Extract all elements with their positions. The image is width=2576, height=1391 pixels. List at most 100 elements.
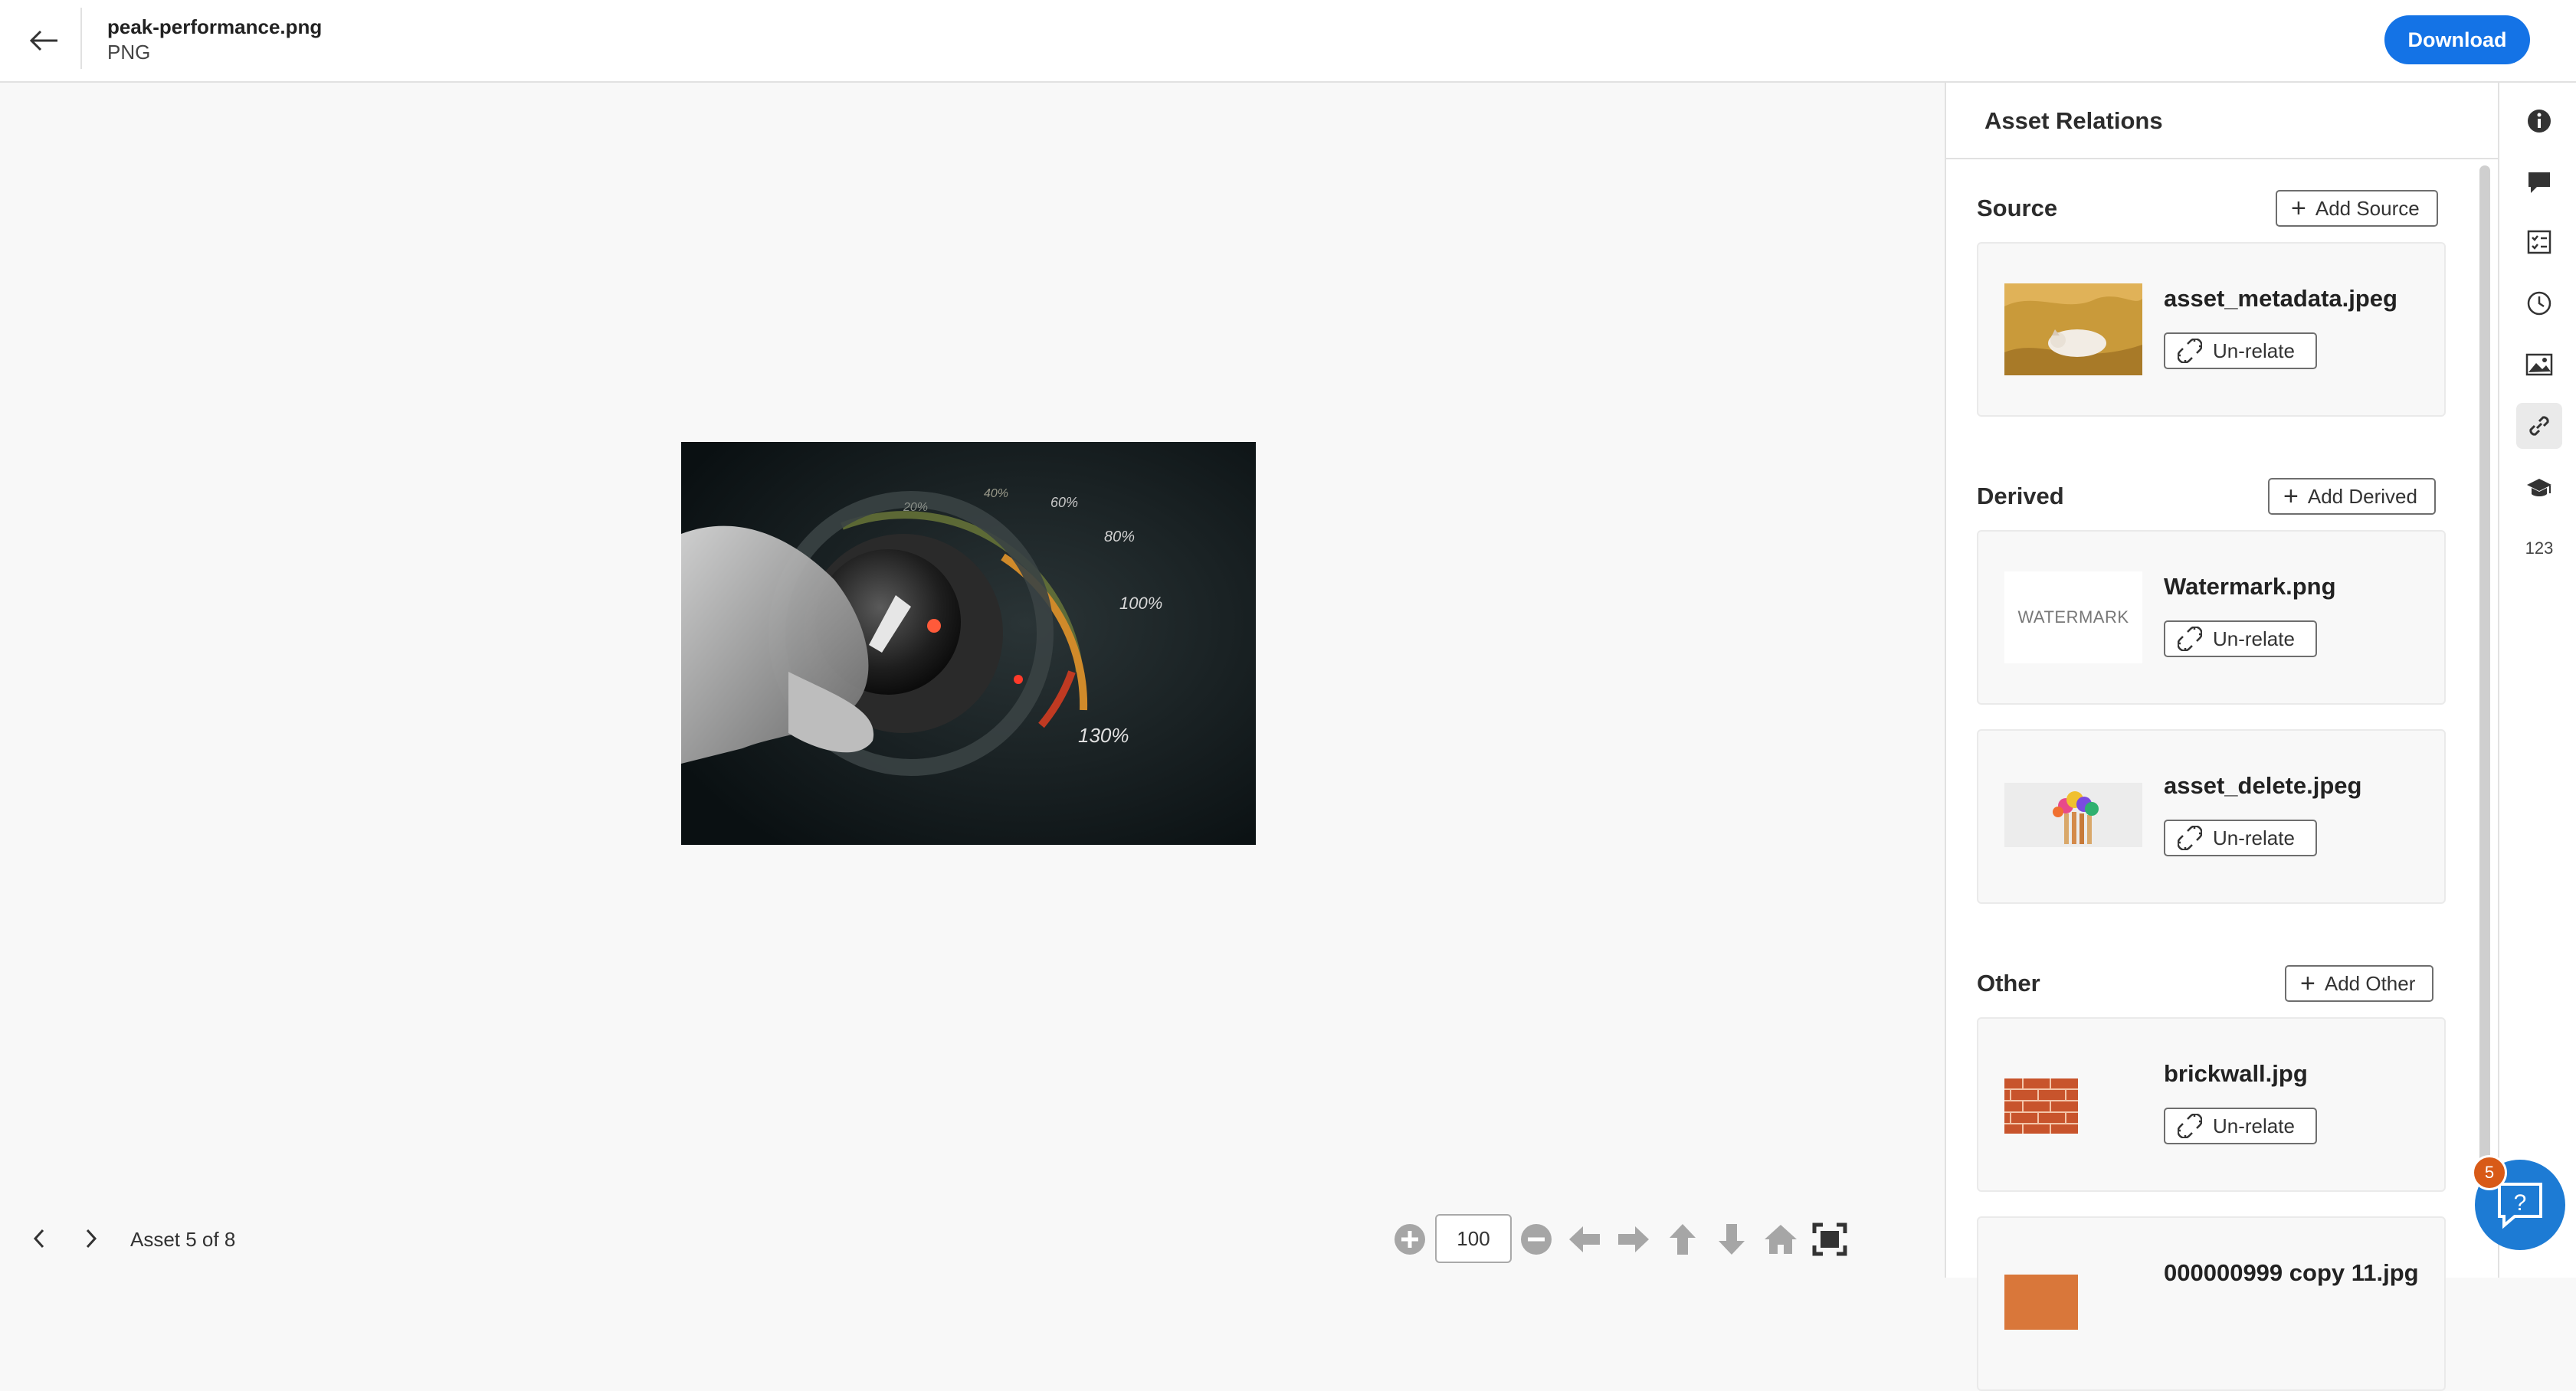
panel-divider — [1946, 158, 2499, 159]
plus-icon: + — [2291, 194, 2306, 223]
relation-asset-name[interactable]: 000000999 copy 11.jpg — [2164, 1259, 2419, 1287]
relation-card[interactable]: asset_delete.jpeg Un-relate — [1977, 729, 2446, 904]
pan-right-button[interactable] — [1615, 1221, 1652, 1258]
add-source-label: Add Source — [2315, 196, 2420, 220]
other-section-title: Other — [1977, 970, 2040, 997]
relation-asset-name[interactable]: brickwall.jpg — [2164, 1060, 2308, 1088]
tasks-icon — [2527, 230, 2551, 254]
asset-thumbnail — [2004, 783, 2142, 847]
renditions-icon — [2525, 353, 2553, 376]
comments-button[interactable] — [2516, 159, 2562, 205]
help-icon: ? — [2498, 1183, 2542, 1229]
gauge-label: 40% — [984, 487, 1008, 500]
info-icon — [2528, 110, 2551, 133]
link-icon — [2529, 416, 2549, 436]
add-source-button[interactable]: + Add Source — [2276, 190, 2438, 227]
add-derived-button[interactable]: + Add Derived — [2268, 478, 2436, 515]
notification-badge: 5 — [2472, 1155, 2507, 1190]
relation-asset-name[interactable]: asset_metadata.jpeg — [2164, 285, 2397, 313]
arrow-up-icon — [1670, 1224, 1696, 1255]
asset-thumbnail: WATERMARK — [2004, 571, 2142, 663]
next-asset-button[interactable] — [74, 1221, 109, 1256]
relation-asset-name[interactable]: asset_delete.jpeg — [2164, 772, 2361, 800]
previous-asset-button[interactable] — [21, 1221, 57, 1256]
unlink-icon — [2178, 826, 2202, 850]
unrelate-button[interactable]: Un-relate — [2164, 1108, 2317, 1144]
asset-viewer: 20% 40% 60% 80% 100% 130% — [0, 84, 1945, 1201]
gauge-label: 100% — [1119, 594, 1162, 613]
arrow-left-icon — [1569, 1226, 1600, 1252]
learn-button[interactable] — [2516, 466, 2562, 512]
unrelate-label: Un-relate — [2213, 339, 2295, 362]
home-icon — [1765, 1225, 1797, 1254]
svg-text:?: ? — [2514, 1190, 2527, 1216]
viewer-footer: Asset 5 of 8 100 — [0, 1201, 1945, 1278]
asset-thumbnail — [2004, 283, 2142, 375]
plus-icon: + — [2283, 482, 2299, 511]
unrelate-label: Un-relate — [2213, 627, 2295, 650]
asset-preview-image[interactable]: 20% 40% 60% 80% 100% 130% — [681, 442, 1256, 845]
download-button[interactable]: Download — [2384, 15, 2530, 64]
app-header: peak-performance.png PNG Download — [0, 0, 2576, 83]
unrelate-button[interactable]: Un-relate — [2164, 332, 2317, 369]
pan-left-button[interactable] — [1566, 1221, 1603, 1258]
unlink-icon — [2178, 1114, 2202, 1138]
unrelate-button[interactable]: Un-relate — [2164, 620, 2317, 657]
reset-view-button[interactable] — [1762, 1221, 1799, 1258]
chevron-left-icon — [33, 1229, 44, 1249]
gauge-label: 60% — [1050, 495, 1078, 510]
history-icon — [2527, 291, 2551, 316]
renditions-button[interactable] — [2516, 342, 2562, 388]
asset-counter: Asset 5 of 8 — [130, 1228, 236, 1251]
derived-section-title: Derived — [1977, 483, 2064, 509]
header-divider — [80, 8, 82, 69]
pan-down-button[interactable] — [1713, 1221, 1750, 1258]
relation-asset-name[interactable]: Watermark.png — [2164, 573, 2336, 601]
unrelate-button[interactable]: Un-relate — [2164, 820, 2317, 856]
zoom-in-icon — [1395, 1224, 1425, 1255]
zoom-out-icon — [1521, 1224, 1552, 1255]
zoom-out-button[interactable] — [1518, 1221, 1555, 1258]
panel-scrollbar[interactable] — [2479, 165, 2490, 1184]
plus-icon: + — [2300, 969, 2315, 998]
comment-icon — [2528, 172, 2550, 193]
info-button[interactable] — [2516, 98, 2562, 144]
zoom-in-button[interactable] — [1391, 1221, 1428, 1258]
tasks-button[interactable] — [2516, 219, 2562, 265]
asset-relations-button[interactable] — [2516, 403, 2562, 449]
arrow-right-icon — [1618, 1226, 1649, 1252]
pan-up-button[interactable] — [1664, 1221, 1701, 1258]
side-rail: 123 — [2498, 83, 2576, 1278]
thumbnail-text: WATERMARK — [2017, 607, 2129, 627]
asset-relations-panel: Asset Relations Source + Add Source asse… — [1945, 83, 2499, 1391]
zoom-level-input[interactable]: 100 — [1435, 1214, 1512, 1263]
gauge-label: 130% — [1078, 724, 1129, 747]
back-button[interactable] — [23, 21, 64, 60]
metadata-numbers-icon: 123 — [2525, 538, 2554, 558]
metadata-numbers-button[interactable]: 123 — [2516, 525, 2562, 571]
relation-card[interactable]: asset_metadata.jpeg Un-relate — [1977, 242, 2446, 417]
relation-card[interactable]: 000000999 copy 11.jpg — [1977, 1216, 2446, 1391]
gauge-label: 20% — [903, 501, 928, 514]
unlink-icon — [2178, 339, 2202, 363]
add-derived-label: Add Derived — [2307, 484, 2417, 508]
source-section-title: Source — [1977, 195, 2058, 221]
fullscreen-icon — [1812, 1222, 1847, 1256]
arrow-down-icon — [1719, 1224, 1745, 1255]
arrow-left-icon — [29, 30, 57, 51]
unrelate-label: Un-relate — [2213, 1114, 2295, 1137]
panel-title: Asset Relations — [1984, 107, 2163, 134]
gauge-label: 80% — [1104, 529, 1135, 545]
relation-card[interactable]: brickwall.jpg Un-relate — [1977, 1017, 2446, 1192]
fit-to-screen-button[interactable] — [1811, 1221, 1848, 1258]
add-other-label: Add Other — [2324, 971, 2416, 995]
learn-icon — [2527, 479, 2551, 496]
add-other-button[interactable]: + Add Other — [2285, 965, 2434, 1002]
relation-card[interactable]: WATERMARK Watermark.png Un-relate — [1977, 530, 2446, 705]
asset-thumbnail — [2004, 1078, 2078, 1134]
timeline-button[interactable] — [2516, 280, 2562, 326]
unrelate-label: Un-relate — [2213, 826, 2295, 849]
file-type: PNG — [107, 41, 151, 64]
file-name: peak-performance.png — [107, 15, 323, 38]
unlink-icon — [2178, 627, 2202, 651]
